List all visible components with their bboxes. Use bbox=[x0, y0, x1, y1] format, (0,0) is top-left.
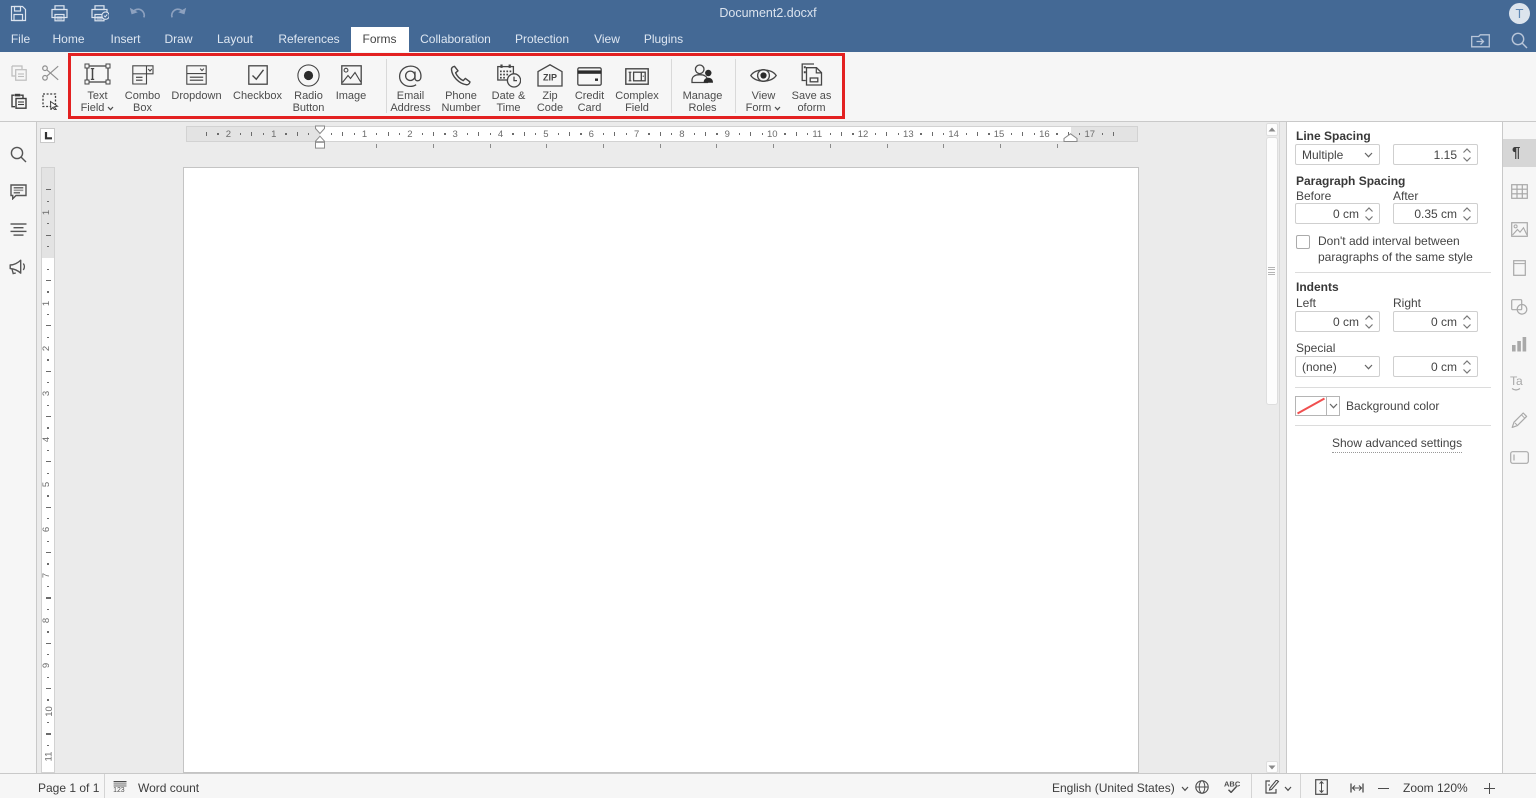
svg-text:Ta: Ta bbox=[1510, 374, 1523, 388]
svg-text:ABC: ABC bbox=[1224, 780, 1240, 789]
svg-text:123: 123 bbox=[113, 787, 125, 793]
svg-text:ZIP: ZIP bbox=[543, 73, 557, 83]
